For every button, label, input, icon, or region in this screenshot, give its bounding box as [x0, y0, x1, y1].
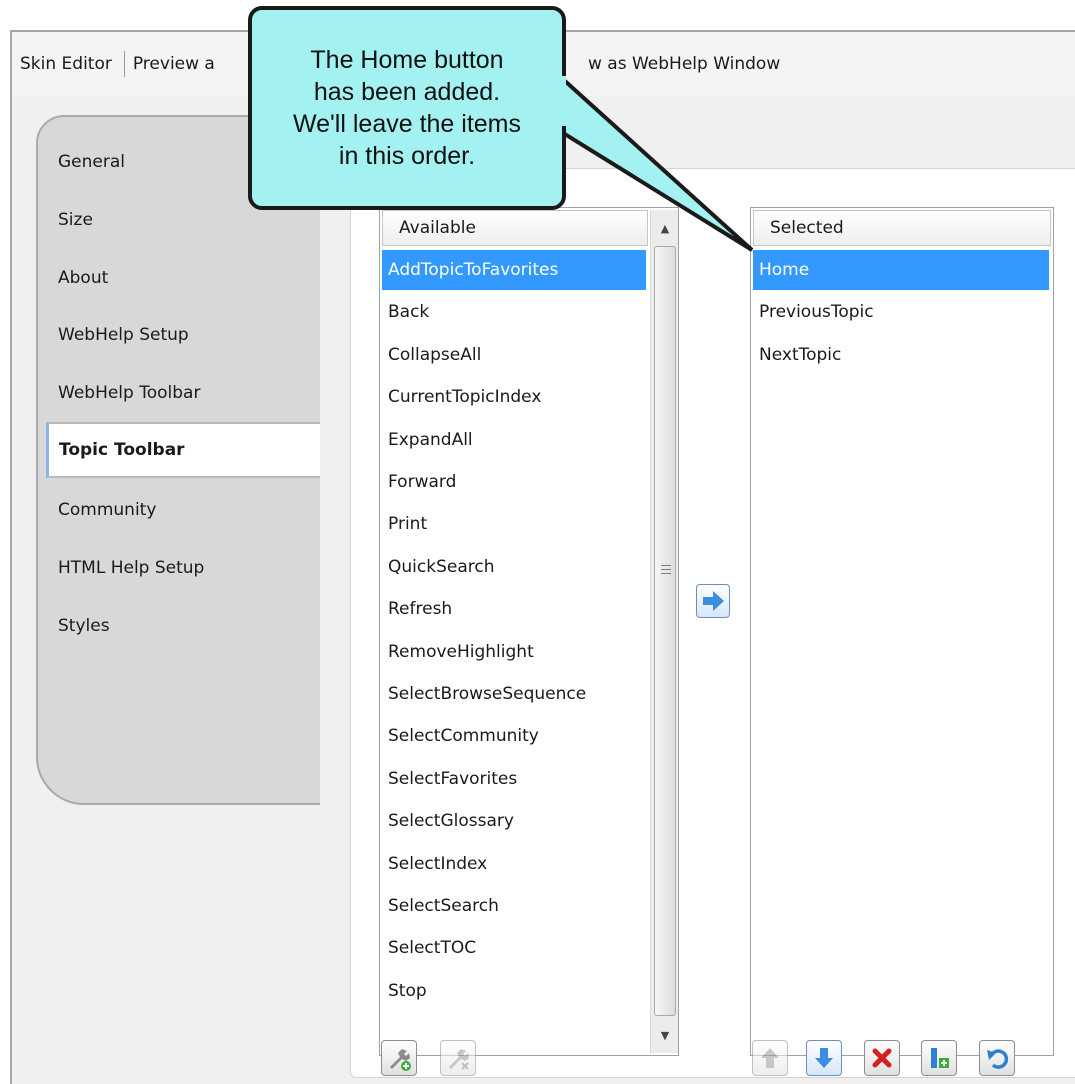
- available-list-item[interactable]: Stop: [382, 971, 646, 1011]
- available-list-item[interactable]: Forward: [382, 462, 646, 502]
- right-arrow-icon: [703, 591, 724, 611]
- undo-icon: [987, 1049, 1009, 1069]
- available-list-item[interactable]: SelectBrowseSequence: [382, 674, 646, 714]
- scroll-grip: [661, 573, 671, 574]
- available-list-item[interactable]: SelectTOC: [382, 928, 646, 968]
- tab-webhelp-toolbar[interactable]: WebHelp Toolbar: [46, 365, 324, 421]
- arrow-down-icon: [815, 1048, 833, 1068]
- wrench-remove-icon: [449, 1049, 469, 1070]
- wrench-add-icon: [390, 1049, 411, 1071]
- add-separator-button[interactable]: [921, 1040, 957, 1076]
- scroll-thumb[interactable]: [654, 246, 676, 1016]
- selected-list-item[interactable]: NextTopic: [753, 335, 1049, 375]
- available-list-item[interactable]: QuickSearch: [382, 547, 646, 587]
- available-list-item[interactable]: Back: [382, 292, 646, 332]
- available-list-item[interactable]: ExpandAll: [382, 420, 646, 460]
- remove-item-button[interactable]: [440, 1040, 476, 1076]
- separator-add-icon: [931, 1048, 949, 1068]
- selected-list-item[interactable]: PreviousTopic: [753, 292, 1049, 332]
- new-item-button[interactable]: [381, 1040, 417, 1076]
- scroll-up-arrow-icon[interactable]: ▲: [651, 212, 678, 244]
- reset-button[interactable]: [979, 1040, 1015, 1076]
- available-list-item[interactable]: Print: [382, 504, 646, 544]
- move-up-button[interactable]: [752, 1040, 788, 1076]
- delete-item-button[interactable]: [864, 1040, 900, 1076]
- available-list-item[interactable]: CollapseAll: [382, 335, 646, 375]
- available-list-item[interactable]: SelectCommunity: [382, 716, 646, 756]
- preview-as-webhelp-window-button[interactable]: w as WebHelp Window: [580, 52, 792, 76]
- available-column-header[interactable]: Available: [382, 210, 648, 246]
- scroll-grip: [661, 569, 671, 570]
- scroll-down-arrow-icon[interactable]: ▼: [651, 1019, 678, 1051]
- scroll-grip: [661, 565, 671, 566]
- selected-list-item[interactable]: Home: [753, 250, 1049, 290]
- available-list-item[interactable]: CurrentTopicIndex: [382, 377, 646, 417]
- selected-list[interactable]: Selected Home PreviousTopic NextTopic: [750, 207, 1054, 1056]
- tab-styles[interactable]: Styles: [46, 598, 324, 654]
- move-down-button[interactable]: [806, 1040, 842, 1076]
- available-list-item[interactable]: SelectFavorites: [382, 759, 646, 799]
- tab-topic-toolbar[interactable]: Topic Toolbar: [46, 422, 336, 478]
- tab-about[interactable]: About: [46, 250, 324, 306]
- arrow-up-icon: [761, 1048, 779, 1068]
- available-list-item[interactable]: RemoveHighlight: [382, 632, 646, 672]
- available-list-item[interactable]: SelectIndex: [382, 844, 646, 884]
- tab-webhelp-setup[interactable]: WebHelp Setup: [46, 307, 324, 363]
- red-x-icon: [872, 1048, 892, 1068]
- available-list-item[interactable]: SelectGlossary: [382, 801, 646, 841]
- instruction-callout: The Home button has been added. We'll le…: [248, 6, 566, 210]
- preview-tab[interactable]: Preview a: [125, 52, 227, 76]
- available-list-item[interactable]: AddTopicToFavorites: [382, 250, 646, 290]
- tab-html-help-setup[interactable]: HTML Help Setup: [46, 540, 324, 596]
- available-scrollbar[interactable]: ▲ ▼: [650, 210, 678, 1053]
- available-list-item[interactable]: SelectSearch: [382, 886, 646, 926]
- available-list[interactable]: Available AddTopicToFavorites Back Collaps…: [379, 207, 679, 1056]
- available-list-item[interactable]: Refresh: [382, 589, 646, 629]
- skin-editor-tab[interactable]: Skin Editor: [12, 52, 124, 76]
- selected-column-header[interactable]: Selected: [753, 210, 1051, 246]
- add-to-selected-button[interactable]: [696, 584, 730, 618]
- tab-community[interactable]: Community: [46, 482, 324, 538]
